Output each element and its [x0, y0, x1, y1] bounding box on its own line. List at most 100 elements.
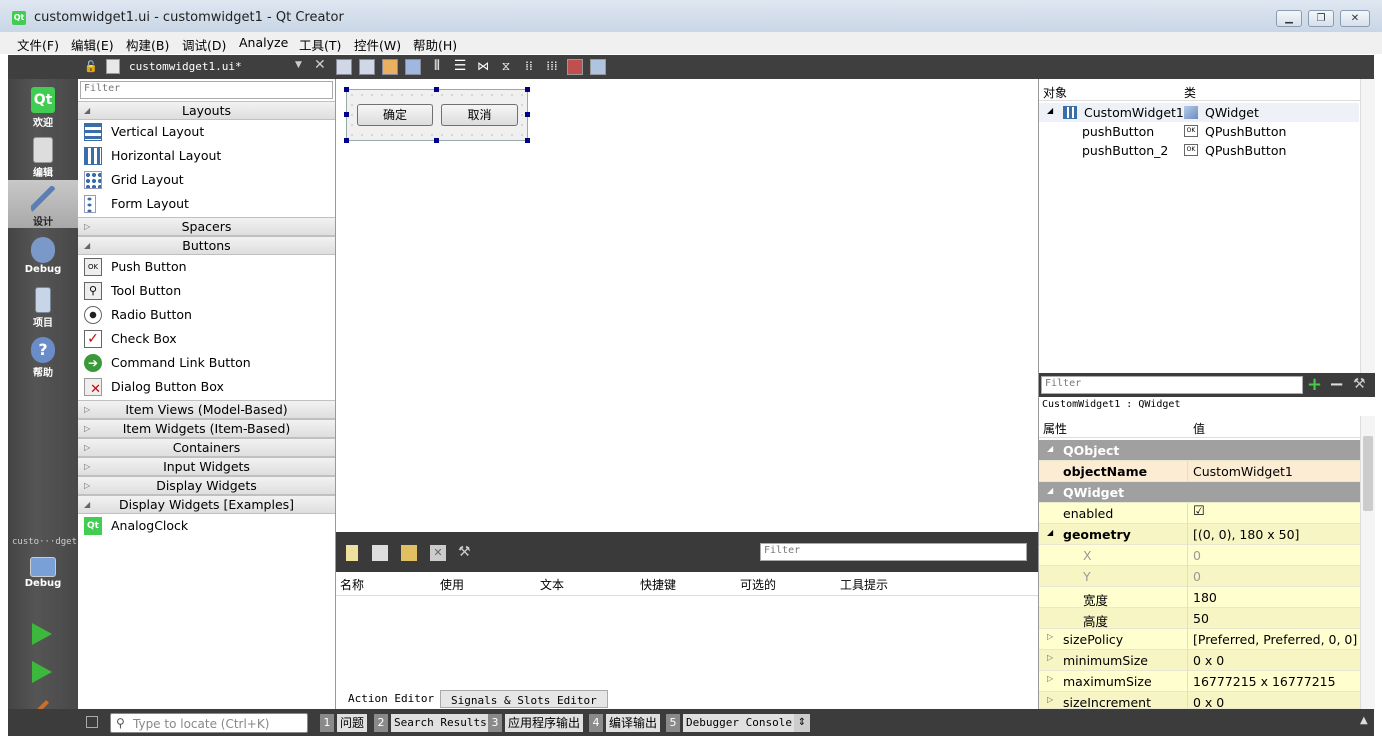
layout-grid-icon[interactable]: ⁞⁞⁞: [544, 59, 560, 75]
widgetbox-filter-input[interactable]: Filter: [80, 81, 333, 99]
layout-horizontal-icon[interactable]: ⦀: [429, 59, 445, 75]
mode-help[interactable]: ? 帮助: [8, 331, 78, 379]
tab-signals-slots-editor[interactable]: Signals & Slots Editor: [440, 690, 608, 708]
cancel-push-button[interactable]: 取消: [441, 104, 518, 126]
configure-icon[interactable]: ⚒: [1353, 376, 1366, 392]
debug-run-icon[interactable]: [32, 661, 52, 683]
file-dropdown-icon[interactable]: ▼: [295, 60, 302, 70]
widget-vertical-layout[interactable]: Vertical Layout: [78, 120, 335, 144]
close-document-icon[interactable]: ✕: [314, 57, 326, 73]
toggle-sidebar-icon[interactable]: [86, 716, 98, 728]
locator-input[interactable]: ⚲ Type to locate (Ctrl+K): [110, 713, 308, 733]
tab-action-editor[interactable]: Action Editor: [338, 689, 445, 709]
col-name[interactable]: 名称: [340, 576, 364, 593]
category-input-widgets[interactable]: ▷ Input Widgets: [78, 457, 335, 476]
object-inspector-scrollbar[interactable]: [1360, 79, 1375, 373]
more-tabs-icon[interactable]: ⇕: [794, 714, 810, 732]
widget-check-box[interactable]: ✓ Check Box: [78, 327, 335, 351]
run-icon[interactable]: [32, 623, 52, 645]
menu-widgets[interactable]: 控件(W): [354, 35, 401, 54]
col-value[interactable]: 值: [1193, 420, 1205, 437]
scrollbar-thumb[interactable]: [1363, 436, 1373, 511]
widget-tool-button[interactable]: ⚲ Tool Button: [78, 279, 335, 303]
resize-handle[interactable]: [525, 138, 530, 143]
property-geometry-y[interactable]: Y0: [1039, 566, 1360, 587]
mode-debug[interactable]: Debug: [8, 231, 78, 279]
widget-dialog-button-box[interactable]: ✕ Dialog Button Box: [78, 375, 335, 399]
menu-file[interactable]: 文件(F): [17, 35, 59, 54]
object-row-pushbutton-2[interactable]: pushButton_2 OK QPushButton: [1039, 141, 1359, 160]
property-minimumsize[interactable]: ▷ minimumSize 0 x 0: [1039, 650, 1360, 671]
col-property[interactable]: 属性: [1043, 420, 1067, 437]
layout-form-icon[interactable]: ⁞⁞: [521, 59, 537, 75]
property-objectname[interactable]: objectName CustomWidget1: [1039, 461, 1360, 482]
resize-handle[interactable]: [434, 138, 439, 143]
object-row-pushbutton[interactable]: pushButton OK QPushButton: [1039, 122, 1359, 141]
mode-welcome[interactable]: Qt 欢迎: [8, 81, 78, 129]
maximize-button[interactable]: ❐: [1308, 10, 1334, 27]
col-text[interactable]: 文本: [540, 576, 564, 593]
category-item-widgets[interactable]: ▷ Item Widgets (Item-Based): [78, 419, 335, 438]
add-property-icon[interactable]: +: [1307, 374, 1322, 395]
minimize-button[interactable]: ▁: [1276, 10, 1302, 27]
resize-handle[interactable]: [525, 87, 530, 92]
category-display-widgets[interactable]: ▷ Display Widgets: [78, 476, 335, 495]
menu-edit[interactable]: 编辑(E): [71, 35, 114, 54]
widget-form-layout[interactable]: Form Layout: [78, 192, 335, 216]
category-containers[interactable]: ▷ Containers: [78, 438, 335, 457]
widget-push-button[interactable]: OK Push Button: [78, 255, 335, 279]
mode-design[interactable]: 设计: [8, 180, 78, 228]
menu-help[interactable]: 帮助(H): [413, 35, 457, 54]
layout-splitter-v-icon[interactable]: ⧖: [498, 59, 514, 75]
mode-edit[interactable]: 编辑: [8, 131, 78, 179]
layout-vertical-icon[interactable]: ☰: [452, 59, 468, 75]
menu-tools[interactable]: 工具(T): [299, 35, 341, 54]
property-filter-input[interactable]: Filter: [1041, 376, 1303, 394]
paste-action-icon[interactable]: [401, 545, 417, 561]
tab-search-results[interactable]: Search Results: [391, 714, 490, 732]
col-shortcut[interactable]: 快捷键: [640, 576, 676, 593]
menu-analyze[interactable]: Analyze: [239, 35, 288, 50]
remove-property-icon[interactable]: −: [1329, 374, 1344, 395]
col-checkable[interactable]: 可选的: [740, 576, 776, 593]
resize-handle[interactable]: [525, 112, 530, 117]
widget-command-link-button[interactable]: ➔ Command Link Button: [78, 351, 335, 375]
action-table[interactable]: 名称 使用 文本 快捷键 可选的 工具提示 Action Editor Sign…: [336, 572, 1038, 709]
resize-handle[interactable]: [344, 112, 349, 117]
tab-application-output[interactable]: 应用程序输出: [505, 714, 584, 732]
widget-grid-layout[interactable]: Grid Layout: [78, 168, 335, 192]
expand-output-icon[interactable]: ▲: [1360, 715, 1368, 726]
configure-icon[interactable]: ⚒: [458, 544, 474, 560]
menu-debug[interactable]: 调试(D): [182, 35, 226, 54]
property-group-qobject[interactable]: ◢ QObject: [1039, 440, 1360, 461]
category-layouts[interactable]: ◢ Layouts: [78, 101, 335, 120]
edit-widgets-icon[interactable]: [336, 59, 352, 75]
property-geometry-width[interactable]: 宽度 180: [1039, 587, 1360, 608]
property-group-qwidget[interactable]: ◢ QWidget: [1039, 482, 1360, 503]
layout-splitter-h-icon[interactable]: ⋈: [475, 59, 491, 75]
new-action-icon[interactable]: [346, 545, 358, 561]
category-buttons[interactable]: ◢ Buttons: [78, 236, 335, 255]
object-row-customwidget1[interactable]: ◢ CustomWidget1 QWidget: [1039, 103, 1359, 122]
enabled-checkbox[interactable]: ☑: [1193, 504, 1205, 519]
resize-handle[interactable]: [344, 87, 349, 92]
break-layout-icon[interactable]: [567, 59, 583, 75]
resize-handle[interactable]: [434, 87, 439, 92]
edit-tab-order-icon[interactable]: [405, 59, 421, 75]
mode-projects[interactable]: 项目: [8, 281, 78, 329]
form-canvas[interactable]: [336, 79, 1038, 532]
widget-horizontal-layout[interactable]: Horizontal Layout: [78, 144, 335, 168]
property-geometry-x[interactable]: X0: [1039, 545, 1360, 566]
property-enabled[interactable]: enabled ☑: [1039, 503, 1360, 524]
action-filter-input[interactable]: Filter: [760, 543, 1027, 561]
open-file-name[interactable]: customwidget1.ui*: [129, 60, 242, 73]
property-maximumsize[interactable]: ▷ maximumSize 16777215 x 16777215: [1039, 671, 1360, 692]
widget-radio-button[interactable]: Radio Button: [78, 303, 335, 327]
edit-signals-icon[interactable]: [359, 59, 375, 75]
property-scrollbar[interactable]: [1360, 416, 1375, 709]
close-button[interactable]: ✕: [1340, 10, 1370, 27]
property-geometry[interactable]: ◢ geometry [(0, 0), 180 x 50]: [1039, 524, 1360, 545]
category-spacers[interactable]: ▷ Spacers: [78, 217, 335, 236]
ok-push-button[interactable]: 确定: [357, 104, 433, 126]
tab-issues[interactable]: 问题: [337, 714, 368, 732]
